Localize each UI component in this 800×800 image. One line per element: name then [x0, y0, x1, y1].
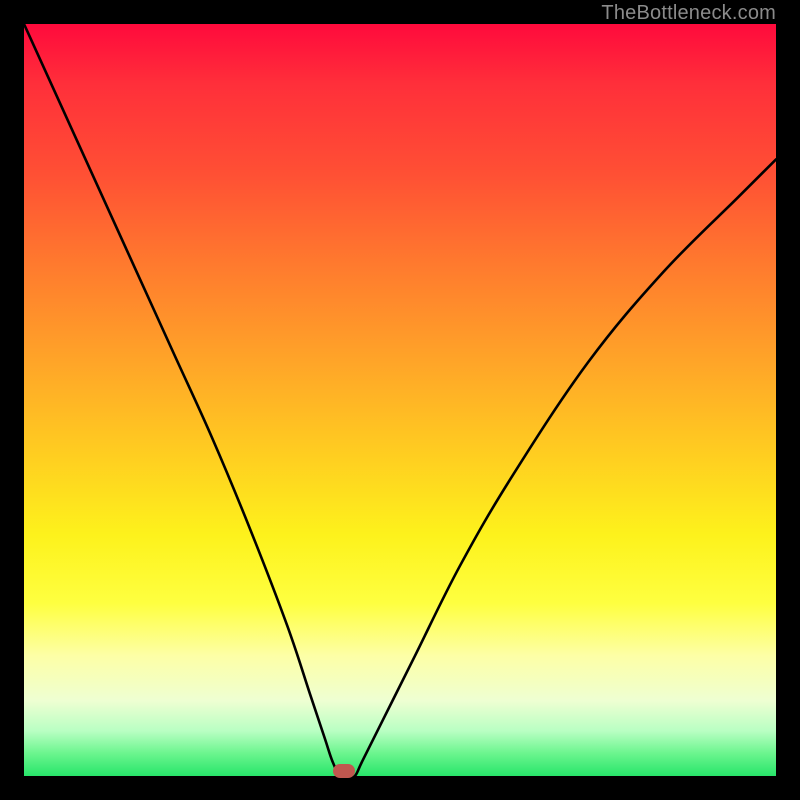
curve-path: [24, 24, 776, 776]
chart-frame: TheBottleneck.com: [0, 0, 800, 800]
curve-svg: [24, 24, 776, 776]
watermark-text: TheBottleneck.com: [601, 2, 776, 25]
minimum-marker: [333, 764, 355, 778]
plot-area: [24, 24, 776, 776]
